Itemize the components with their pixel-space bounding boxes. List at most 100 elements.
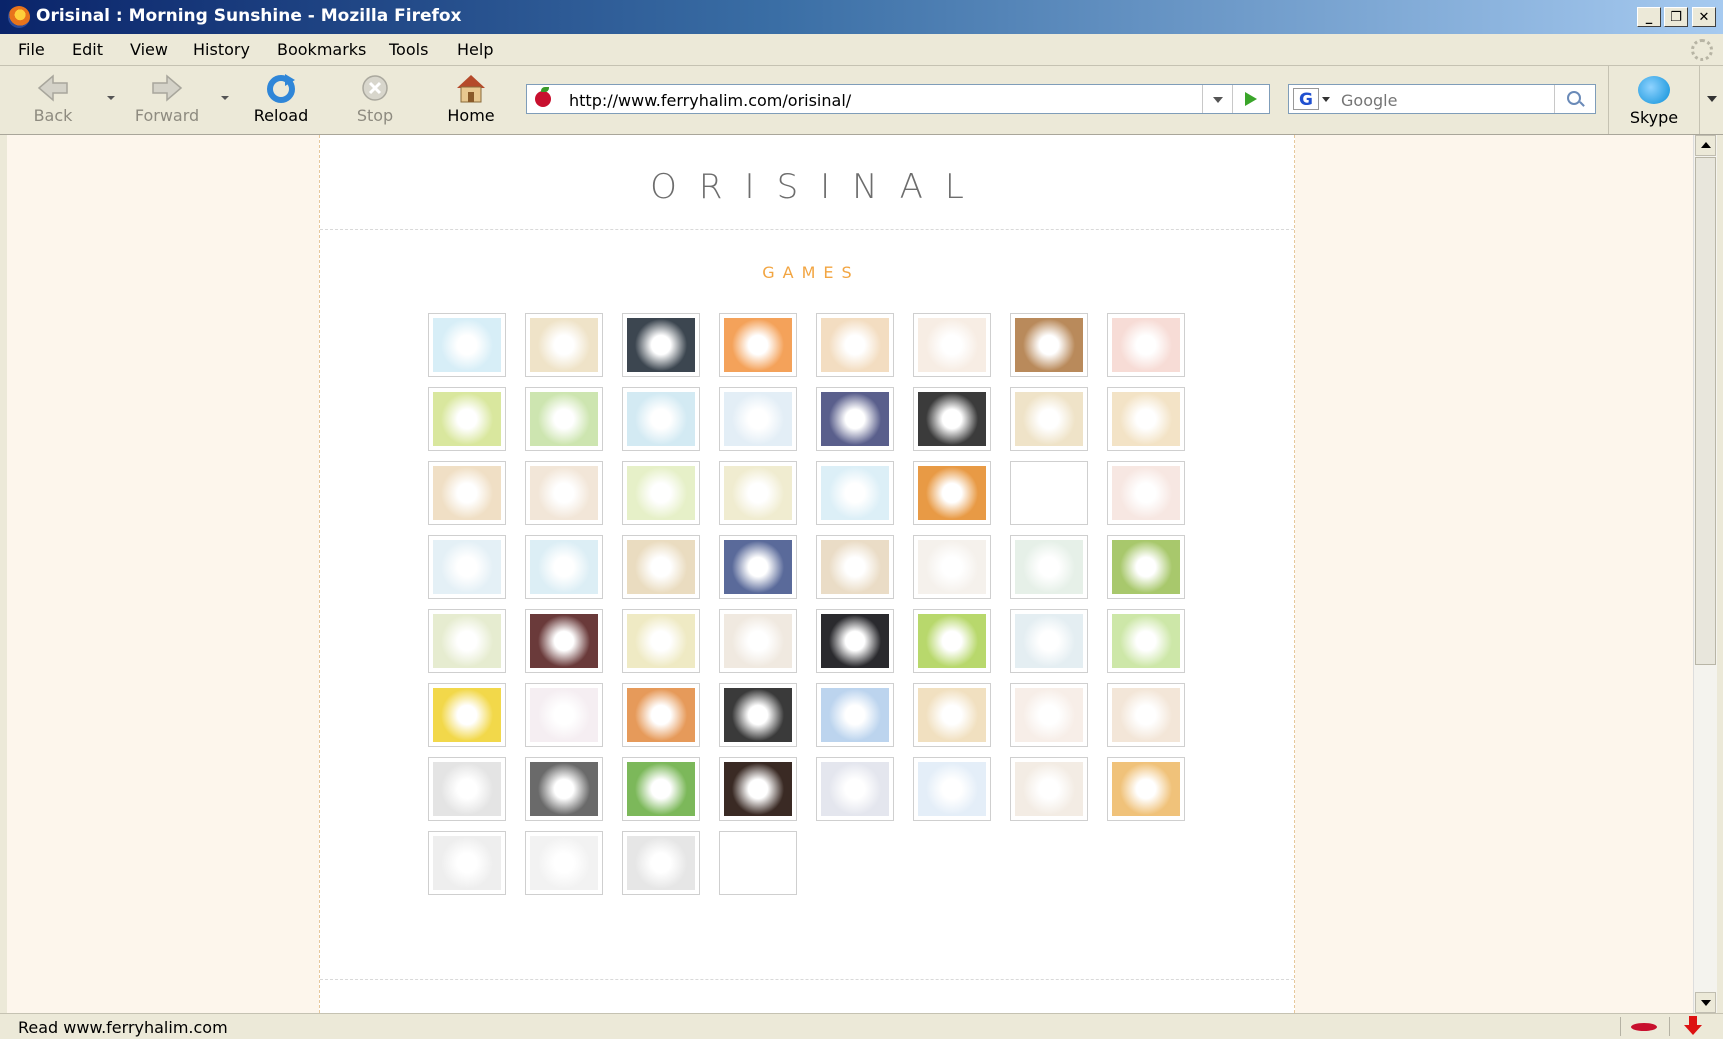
back-button[interactable]: Back [10,72,96,130]
game-tile[interactable] [525,461,603,525]
game-tile[interactable] [913,387,991,451]
vertical-scrollbar[interactable] [1693,135,1717,1013]
search-magnifier-icon[interactable] [1554,85,1595,113]
divider [320,229,1294,230]
game-tile[interactable] [622,609,700,673]
game-tile[interactable] [913,535,991,599]
game-tile[interactable] [816,757,894,821]
menu-view[interactable]: View [130,40,168,59]
stop-button[interactable]: Stop [332,72,418,130]
game-tile[interactable] [1010,535,1088,599]
game-tile[interactable] [913,313,991,377]
game-tile[interactable] [816,683,894,747]
game-tile[interactable] [622,535,700,599]
game-tile[interactable] [622,831,700,895]
close-button[interactable]: ✕ [1692,7,1716,27]
game-tile[interactable] [525,683,603,747]
game-tile[interactable] [816,461,894,525]
game-tile[interactable] [1010,683,1088,747]
scroll-down-arrow-icon[interactable] [1695,992,1716,1013]
game-tile[interactable] [428,831,506,895]
menu-bookmarks[interactable]: Bookmarks [277,40,366,59]
menu-file[interactable]: File [18,40,45,59]
game-tile[interactable] [719,313,797,377]
addon-fish-icon[interactable] [1620,1017,1670,1036]
game-tile[interactable] [816,313,894,377]
reload-button[interactable]: Reload [238,72,324,130]
game-tile[interactable] [428,387,506,451]
game-tile[interactable] [913,609,991,673]
home-button[interactable]: Home [428,72,514,130]
game-tile[interactable] [913,461,991,525]
game-tile[interactable] [428,461,506,525]
title-bar: Orisinal : Morning Sunshine - Mozilla Fi… [0,0,1723,34]
game-tile[interactable] [1107,757,1185,821]
game-tile[interactable] [428,757,506,821]
game-tile[interactable] [1107,387,1185,451]
game-tile[interactable] [719,535,797,599]
site-logo[interactable]: ORISINAL [320,167,1294,207]
menu-help[interactable]: Help [457,40,493,59]
minimize-button[interactable]: _ [1637,7,1661,27]
hedgehog-icon [1015,392,1083,446]
forward-button[interactable]: Forward [124,72,210,130]
game-tile[interactable] [1010,757,1088,821]
game-tile[interactable] [428,313,506,377]
game-tile[interactable] [1107,313,1185,377]
game-tile[interactable] [1010,609,1088,673]
menu-history[interactable]: History [193,40,250,59]
forward-history-dropdown[interactable] [221,96,229,100]
game-tile[interactable] [1107,683,1185,747]
game-tile[interactable] [719,683,797,747]
game-tile[interactable] [1107,535,1185,599]
game-tile[interactable] [913,757,991,821]
game-tile[interactable] [622,757,700,821]
game-tile[interactable] [719,387,797,451]
page-column: ORISINAL GAMES [319,135,1295,1013]
toolbar-overflow-chevron-icon[interactable] [1707,96,1717,102]
game-tile[interactable] [428,609,506,673]
game-tile[interactable] [525,609,603,673]
scroll-up-arrow-icon[interactable] [1695,135,1716,156]
game-tile[interactable] [525,313,603,377]
game-tile[interactable] [428,683,506,747]
download-arrow-icon[interactable] [1680,1016,1706,1036]
game-tile[interactable] [525,831,603,895]
ladybug-icon [627,392,695,446]
game-tile[interactable] [913,683,991,747]
search-input[interactable] [1339,88,1553,112]
game-tile[interactable] [1010,387,1088,451]
game-tile[interactable] [1107,609,1185,673]
go-button[interactable] [1232,85,1269,113]
game-tile[interactable] [719,461,797,525]
game-tile[interactable] [816,609,894,673]
menu-edit[interactable]: Edit [72,40,103,59]
google-engine-icon[interactable]: G [1293,88,1319,110]
menu-tools[interactable]: Tools [389,40,428,59]
back-history-dropdown[interactable] [107,96,115,100]
game-tile[interactable] [1010,461,1088,525]
game-tile[interactable] [719,757,797,821]
restore-button[interactable]: ❐ [1664,7,1688,27]
bee-icon [433,688,501,742]
game-tile[interactable] [816,387,894,451]
game-tile[interactable] [525,387,603,451]
skype-button[interactable]: Skype [1608,66,1700,134]
game-tile[interactable] [428,535,506,599]
game-tile[interactable] [622,683,700,747]
game-tile[interactable] [622,313,700,377]
url-history-dropdown[interactable] [1202,85,1233,113]
game-tile[interactable] [719,831,797,895]
scroll-thumb[interactable] [1695,157,1716,665]
game-tile[interactable] [1107,461,1185,525]
search-engine-dropdown[interactable] [1322,97,1330,102]
game-tile[interactable] [816,535,894,599]
game-tile[interactable] [525,535,603,599]
game-tile[interactable] [719,609,797,673]
game-tile[interactable] [622,461,700,525]
reload-label: Reload [253,106,309,125]
game-tile[interactable] [622,387,700,451]
url-input[interactable] [567,88,1211,112]
game-tile[interactable] [525,757,603,821]
game-tile[interactable] [1010,313,1088,377]
